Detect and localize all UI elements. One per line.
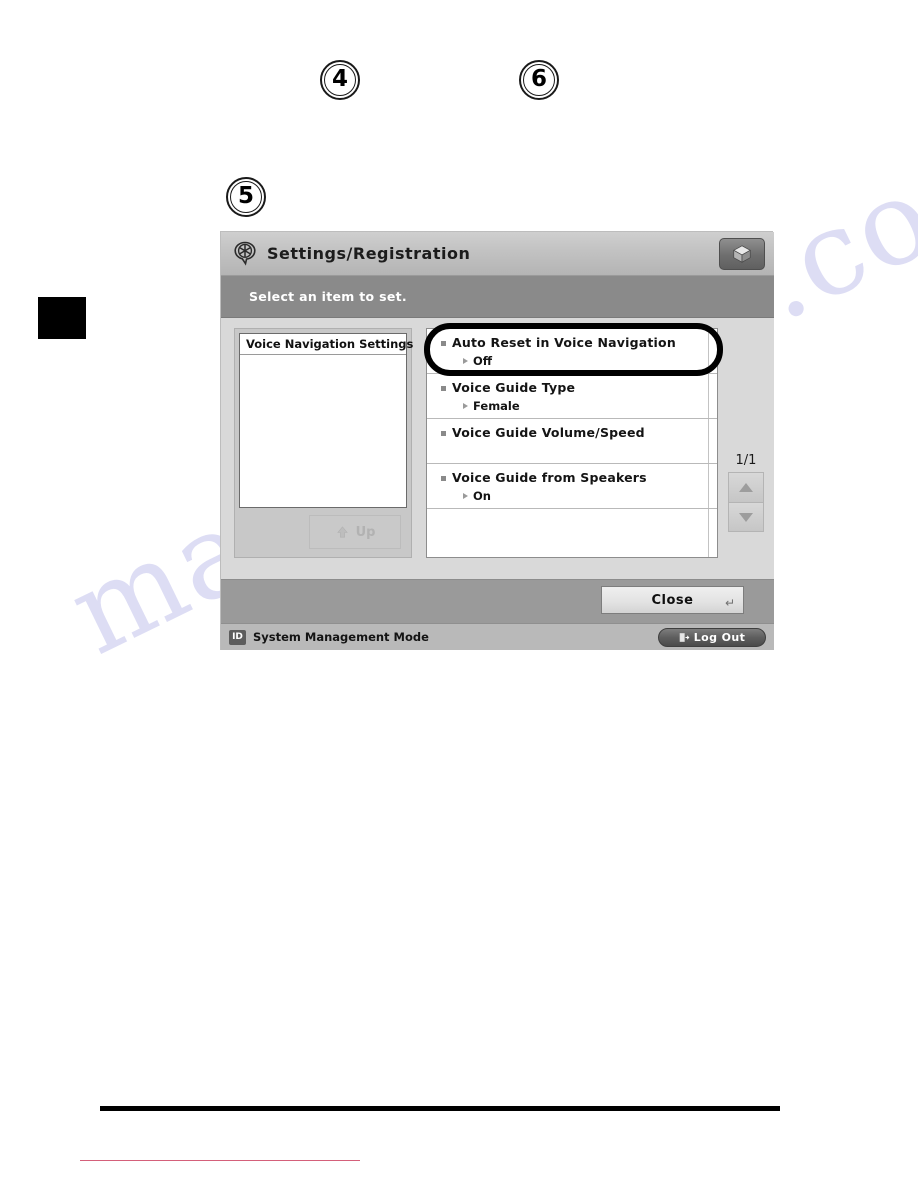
close-button-label: Close	[651, 592, 694, 608]
screen-body: Voice Navigation Settings Up Auto Reset …	[221, 318, 774, 579]
settings-registration-icon	[234, 241, 256, 266]
screen-header: Settings/Registration	[221, 232, 774, 276]
list-item-value-wrap: Female	[463, 399, 717, 413]
list-item-title: Auto Reset in Voice Navigation	[452, 335, 676, 350]
close-button[interactable]: Close ↵	[601, 586, 744, 614]
status-text: System Management Mode	[253, 630, 429, 644]
id-badge: ID	[229, 629, 246, 645]
pager-up-button[interactable]	[728, 472, 764, 502]
instruction-text: Select an item to set.	[249, 289, 407, 304]
footer-red-rule	[80, 1160, 360, 1161]
callout-number-6: 6	[519, 60, 559, 100]
value-arrow-icon	[463, 493, 468, 499]
triangle-down-icon	[739, 512, 753, 522]
footer-horizontal-rule	[100, 1106, 780, 1111]
cube-button[interactable]	[719, 238, 765, 270]
list-item-value: On	[473, 489, 491, 503]
list-item-title-wrap: Auto Reset in Voice Navigation	[441, 335, 717, 350]
breadcrumb-box: Voice Navigation Settings	[239, 333, 413, 508]
triangle-up-icon	[739, 483, 753, 492]
page-tab-marker	[38, 297, 86, 339]
logout-door-icon	[679, 633, 690, 642]
logout-button[interactable]: Log Out	[658, 628, 766, 647]
status-bar: ID System Management Mode Log Out	[221, 623, 774, 650]
up-button: Up	[309, 515, 401, 549]
bullet-icon	[441, 431, 446, 436]
value-arrow-icon	[463, 403, 468, 409]
list-item-value: Female	[473, 399, 520, 413]
bullet-icon	[441, 476, 446, 481]
list-item-title: Voice Guide Volume/Speed	[452, 425, 645, 440]
list-item-value: Off	[473, 354, 493, 368]
page-title: Settings/Registration	[267, 244, 471, 263]
callout-number-4-label: 4	[331, 65, 348, 92]
list-item[interactable]: Voice Guide Type Female	[427, 374, 717, 419]
list-item-empty	[427, 509, 717, 554]
instruction-bar: Select an item to set.	[221, 276, 774, 318]
list-item-title-wrap: Voice Guide from Speakers	[441, 470, 717, 485]
up-arrow-icon	[336, 525, 348, 537]
page-indicator: 1/1	[735, 453, 757, 468]
device-touchscreen: Settings/Registration Select an item to …	[220, 231, 774, 650]
list-item[interactable]: Voice Guide Volume/Speed	[427, 419, 717, 464]
cube-icon	[732, 245, 752, 263]
breadcrumb-panel: Voice Navigation Settings Up	[234, 328, 413, 558]
footer-action-bar: Close ↵	[221, 579, 774, 623]
list-item-title: Voice Guide from Speakers	[452, 470, 647, 485]
bullet-icon	[441, 386, 446, 391]
value-arrow-icon	[463, 358, 468, 364]
settings-list: Auto Reset in Voice Navigation Off Voice…	[426, 328, 718, 558]
list-item[interactable]: Auto Reset in Voice Navigation Off	[427, 329, 717, 374]
list-item-value-wrap: Off	[463, 354, 717, 368]
pager-down-button[interactable]	[728, 502, 764, 532]
callout-number-4: 4	[320, 60, 360, 100]
list-item[interactable]: Voice Guide from Speakers On	[427, 464, 717, 509]
callout-number-6-label: 6	[530, 65, 547, 92]
pager: 1/1	[726, 453, 766, 532]
up-button-label: Up	[355, 524, 376, 540]
enter-return-icon: ↵	[724, 596, 735, 610]
bullet-icon	[441, 341, 446, 346]
logout-button-label: Log Out	[693, 631, 746, 644]
breadcrumb: Voice Navigation Settings	[240, 334, 413, 355]
callout-number-5: 5	[226, 177, 266, 217]
list-item-value-wrap: On	[463, 489, 717, 503]
list-item-title: Voice Guide Type	[452, 380, 576, 395]
callout-number-5-label: 5	[237, 182, 254, 209]
list-item-title-wrap: Voice Guide Volume/Speed	[441, 425, 717, 440]
list-item-title-wrap: Voice Guide Type	[441, 380, 717, 395]
